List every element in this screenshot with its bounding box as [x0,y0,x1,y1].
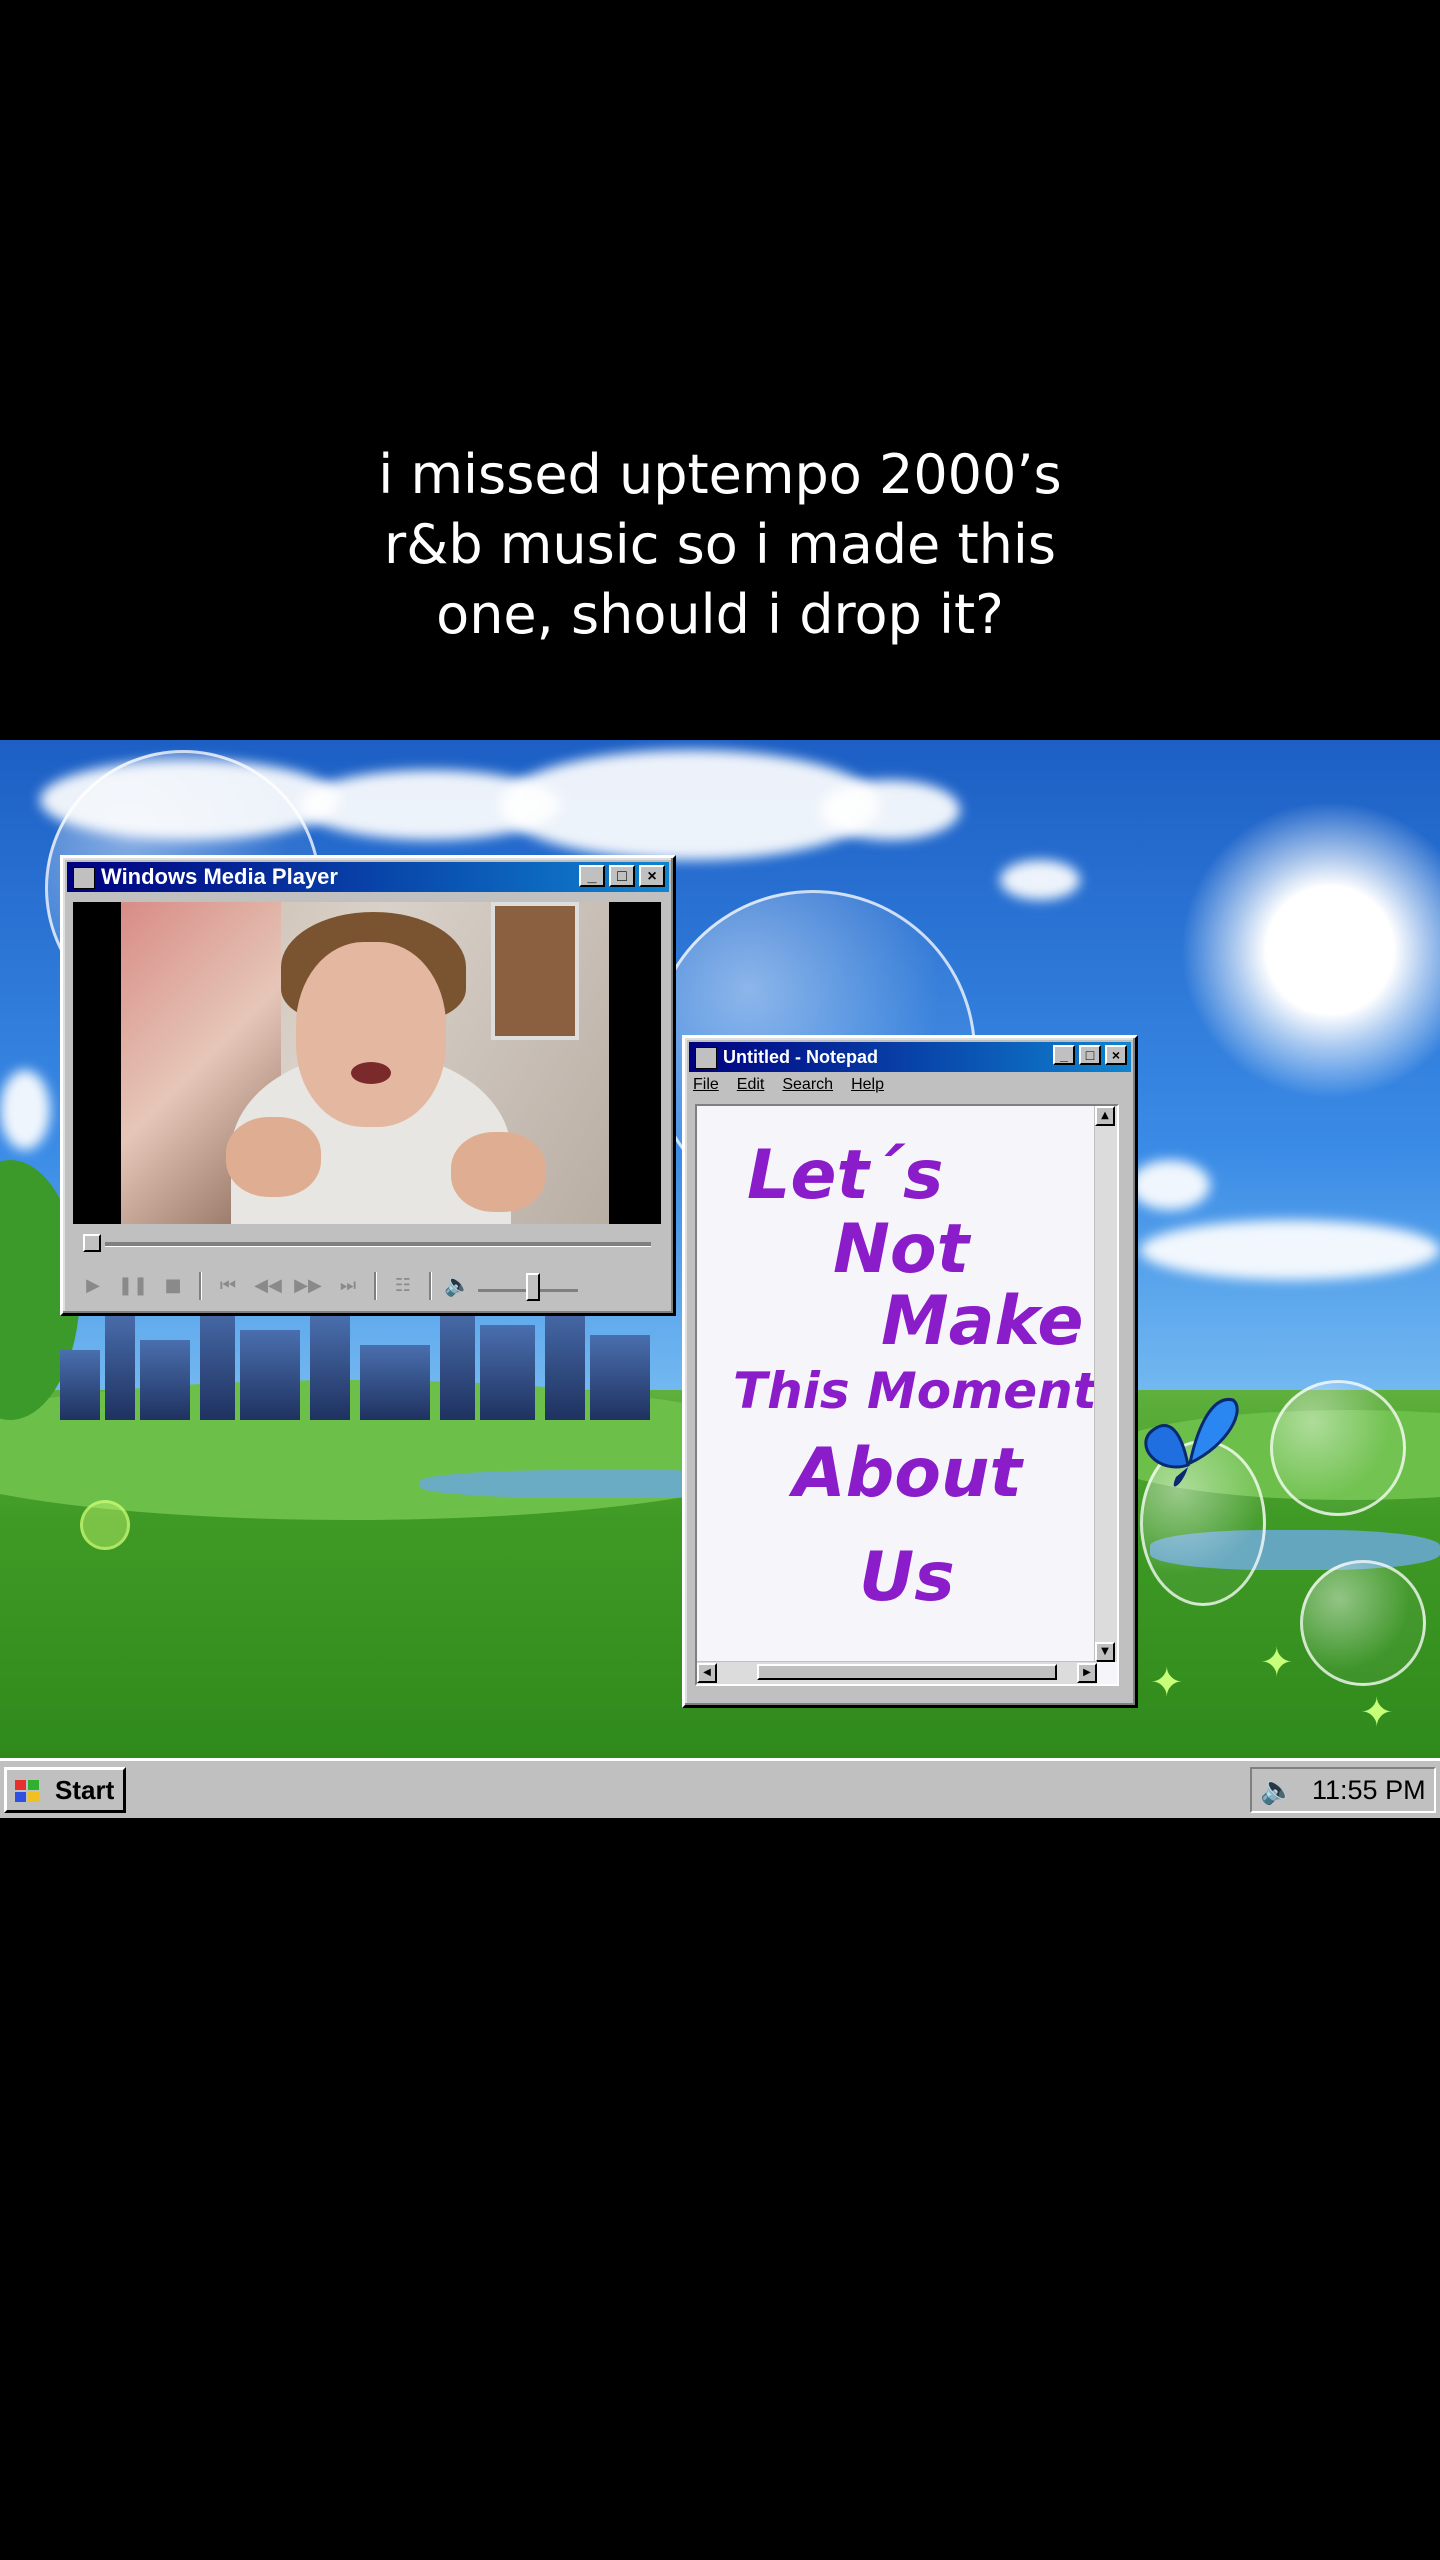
person-face [296,942,446,1127]
cloud [1000,860,1080,900]
skip-back-icon[interactable]: ⏮ [208,1271,248,1301]
seek-bar[interactable] [75,1234,661,1254]
taskbar: Start 🔈 11:55 PM [0,1758,1440,1818]
scroll-up-icon[interactable]: ▲ [1095,1106,1115,1126]
speaker-icon[interactable]: 🔈 [438,1271,478,1301]
scroll-thumb[interactable] [757,1664,1057,1680]
play-icon[interactable]: ▶ [73,1271,113,1301]
fast-forward-icon[interactable]: ▶▶ [288,1271,328,1301]
bubble [1270,1380,1406,1516]
clock[interactable]: 11:55 PM [1312,1769,1426,1811]
lyric-line: Us [859,1538,955,1617]
scroll-down-icon[interactable]: ▼ [1095,1642,1115,1662]
caption-line-3: one, should i drop it? [436,583,1004,646]
notepad-titlebar[interactable]: Untitled - Notepad _ □ × [689,1042,1131,1072]
close-button[interactable]: × [1105,1045,1127,1065]
maximize-button[interactable]: □ [609,865,635,887]
sun [1180,800,1440,1100]
menu-search[interactable]: Search [782,1076,833,1098]
notepad-title: Untitled - Notepad [723,1047,878,1067]
cloud [0,1070,50,1150]
video-area[interactable] [73,902,661,1224]
close-button[interactable]: × [639,865,665,887]
butterfly-icon [1144,1398,1239,1487]
pause-icon[interactable]: ❚❚ [113,1271,153,1301]
divider [374,1272,377,1300]
person-hand-left [226,1117,321,1197]
volume-knob[interactable] [526,1273,540,1301]
media-player-window[interactable]: Windows Media Player _ □ × ▶ ❚❚ ■ ⏮ ◀◀ ▶… [60,855,676,1316]
door [491,902,579,1040]
scroll-left-icon[interactable]: ◀ [697,1663,717,1683]
sparkle: ✦ [1360,1690,1394,1736]
notepad-menubar: File Edit Search Help [693,1076,884,1098]
seek-thumb[interactable] [83,1234,101,1252]
rewind-icon[interactable]: ◀◀ [248,1271,288,1301]
media-player-icon [73,867,95,889]
minimize-button[interactable]: _ [1053,1045,1075,1065]
system-tray: 🔈 11:55 PM [1250,1767,1436,1813]
divider [429,1272,432,1300]
menu-file[interactable]: File [693,1076,719,1098]
notepad-window[interactable]: Untitled - Notepad _ □ × File Edit Searc… [682,1035,1138,1708]
menu-edit[interactable]: Edit [737,1076,765,1098]
video-frame [121,902,609,1224]
divider [199,1272,202,1300]
playback-controls: ▶ ❚❚ ■ ⏮ ◀◀ ▶▶ ⏭ ☷ 🔈 [73,1270,663,1302]
skip-forward-icon[interactable]: ⏭ [328,1271,368,1301]
maximize-button[interactable]: □ [1079,1045,1101,1065]
media-player-titlebar[interactable]: Windows Media Player _ □ × [67,862,669,892]
lyric-line: This Moment [733,1362,1097,1420]
caption-line-2: r&b music so i made this [384,513,1056,576]
sparkle: ✦ [1260,1640,1294,1686]
lyric-line: About [793,1434,1022,1513]
menu-help[interactable]: Help [851,1076,884,1098]
cloud [1140,1220,1440,1280]
bubble [80,1500,130,1550]
start-label: Start [55,1775,115,1805]
volume-slider[interactable] [478,1271,578,1301]
cloud [820,780,960,840]
bubble [1300,1560,1426,1686]
cloud [1130,1160,1210,1210]
start-button[interactable]: Start [4,1767,126,1813]
media-player-title: Windows Media Player [101,864,338,889]
person-hand-right [451,1132,546,1212]
lyric-line: Not [833,1210,970,1289]
vertical-scrollbar[interactable]: ▲ ▼ [1094,1106,1117,1662]
volume-icon[interactable]: 🔈 [1260,1769,1295,1811]
playlist-icon[interactable]: ☷ [383,1271,423,1301]
horizontal-scrollbar[interactable]: ◀ ▶ [697,1661,1097,1684]
person-mouth [351,1062,391,1084]
notepad-icon [695,1047,717,1069]
video-caption: i missed uptempo 2000’s r&b music so i m… [0,440,1440,650]
lyric-line: Make [881,1282,1084,1361]
sparkle: ✦ [1150,1660,1184,1706]
scroll-right-icon[interactable]: ▶ [1077,1663,1097,1683]
city-skyline [60,1300,680,1420]
stop-icon[interactable]: ■ [153,1271,193,1301]
windows-logo-icon [15,1780,39,1802]
minimize-button[interactable]: _ [579,865,605,887]
notepad-text-area[interactable]: Let´s Not Make This Moment About Us ▲ ▼ … [695,1104,1119,1686]
caption-line-1: i missed uptempo 2000’s [378,443,1062,506]
seek-track[interactable] [105,1242,651,1247]
lyric-line: Let´s [747,1136,944,1215]
